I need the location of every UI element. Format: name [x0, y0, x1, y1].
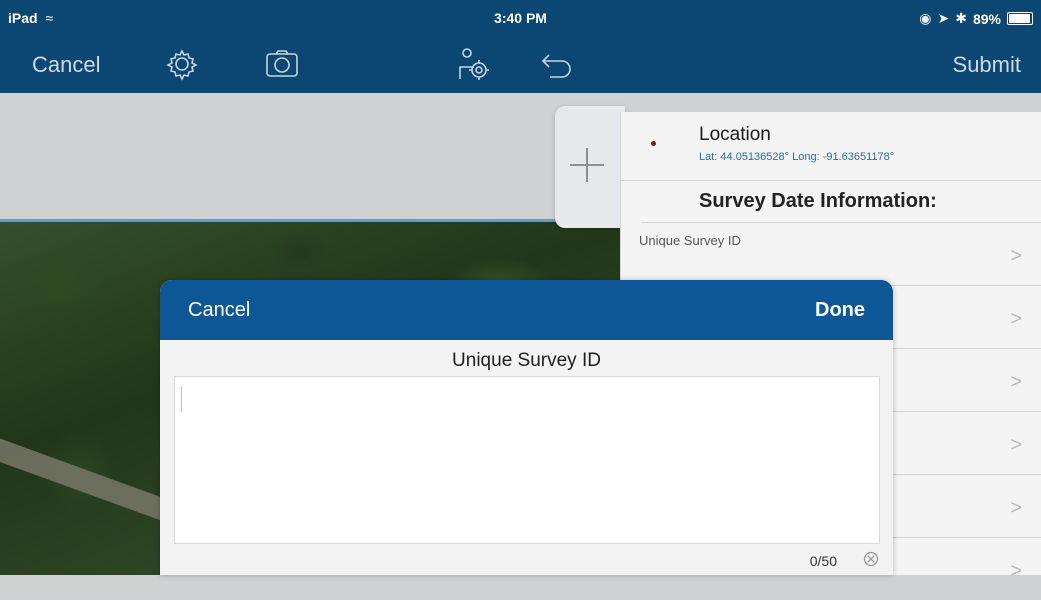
text-caret: [181, 387, 182, 412]
survey-id-input[interactable]: [174, 376, 880, 544]
field-label: Unique Survey ID: [639, 233, 741, 248]
dialog-title: Unique Survey ID: [452, 350, 601, 371]
gear-icon[interactable]: [162, 44, 202, 84]
plus-icon[interactable]: [570, 148, 604, 182]
top-toolbar: Cancel Submit: [0, 36, 1041, 93]
dialog-cancel-button[interactable]: Cancel: [188, 299, 250, 322]
location-coords: Lat: 44.05136528° Long: -91.63651178°: [699, 151, 895, 163]
add-panel: [555, 106, 625, 228]
clear-icon[interactable]: [863, 551, 879, 567]
battery-fill: [1009, 14, 1031, 23]
battery-percent: 89%: [972, 10, 1001, 27]
location-lock-icon: ◉: [919, 10, 932, 26]
map-header-area: [0, 93, 600, 221]
location-title: Location: [699, 124, 771, 145]
submit-button[interactable]: Submit: [953, 52, 1021, 78]
chevron-right-icon: >: [1010, 308, 1022, 330]
dialog-done-button[interactable]: Done: [815, 299, 865, 322]
battery-icon: [1007, 12, 1033, 25]
field-row-unique-survey-id[interactable]: Unique Survey ID >: [621, 223, 1041, 286]
person-target-icon[interactable]: [455, 44, 495, 84]
toolbar-cancel-button[interactable]: Cancel: [32, 52, 100, 78]
chevron-right-icon: >: [1010, 497, 1022, 519]
text-entry-dialog: Cancel Done Unique Survey ID 0/50: [160, 280, 893, 575]
undo-icon[interactable]: [536, 44, 576, 84]
status-time: 3:40 PM: [494, 10, 547, 26]
character-counter: 0/50: [809, 553, 837, 569]
chevron-right-icon: >: [1010, 560, 1022, 582]
status-bar: iPad ≈ 3:40 PM ◉ ➤ ✱ 89%: [0, 0, 1041, 36]
status-right: ◉ ➤ ✱ 89%: [919, 10, 1033, 27]
chevron-right-icon: >: [1010, 371, 1022, 393]
camera-icon[interactable]: [262, 44, 302, 84]
chevron-right-icon: >: [1010, 434, 1022, 456]
location-row[interactable]: Location Lat: 44.05136528° Long: -91.636…: [621, 112, 1041, 181]
location-dot-icon: [651, 141, 656, 146]
bluetooth-icon: ✱: [955, 10, 967, 26]
section-title: Survey Date Information:: [699, 190, 937, 212]
dialog-header: Cancel Done: [160, 280, 893, 340]
chevron-right-icon: >: [1010, 245, 1022, 267]
location-arrow-icon: ➤: [937, 10, 950, 26]
